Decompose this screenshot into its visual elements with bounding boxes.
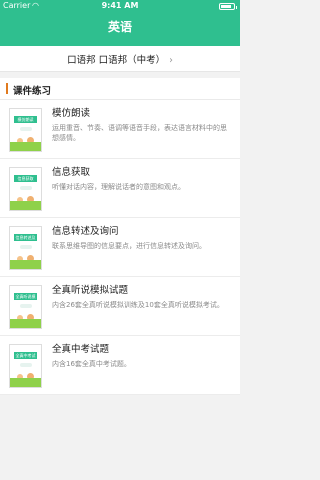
section-title: 课件练习 bbox=[13, 86, 52, 97]
course-description: 内含26套全真听说模拟训练及10套全真听说模拟考试。 bbox=[52, 301, 224, 309]
course-item[interactable]: 信息获取 信息获取 听懂对话内容，理解说话者的意图和观点。 bbox=[0, 159, 240, 218]
thumbnail-label: 信息获取 bbox=[14, 175, 37, 182]
clock: 9:41 AM bbox=[101, 1, 139, 10]
grass-graphic bbox=[10, 319, 41, 328]
course-description: 内含16套全真中考试题。 bbox=[52, 360, 131, 368]
course-name: 信息获取 bbox=[52, 167, 91, 178]
breadcrumb-bar[interactable]: 口语邦 口语邦（中考） › bbox=[0, 46, 240, 72]
course-thumbnail: 信息获取 bbox=[9, 167, 42, 211]
grass-graphic bbox=[10, 378, 41, 387]
course-description: 联系思维导图的信息要点，进行信息转述及询问。 bbox=[52, 242, 206, 250]
course-thumbnail: 全真中考试题 bbox=[9, 344, 42, 388]
course-thumbnail: 模仿朗读 bbox=[9, 108, 42, 152]
breadcrumb-text: 口语邦 口语邦（中考） bbox=[67, 55, 166, 66]
chevron-right-icon: › bbox=[169, 55, 173, 66]
thumbnail-label: 模仿朗读 bbox=[14, 116, 37, 123]
section-header: 课件练习 bbox=[0, 78, 240, 100]
thumbnail-label: 全真中考试题 bbox=[14, 352, 37, 359]
cloud-graphic bbox=[20, 304, 32, 308]
course-description: 运用重音、节奏、语调等语音手段，表达语言材料中的思想感情。 bbox=[52, 124, 227, 142]
course-item[interactable]: 全真听说模拟试题 全真听说模拟试题 内含26套全真听说模拟训练及10套全真听说模… bbox=[0, 277, 240, 336]
breadcrumb[interactable]: 口语邦 口语邦（中考） › bbox=[0, 52, 240, 66]
app-header: Carrier ◠ 9:41 AM 英语 bbox=[0, 0, 240, 46]
course-name: 全真听说模拟试题 bbox=[52, 285, 129, 296]
battery-level bbox=[221, 5, 231, 8]
course-thumbnail: 全真听说模拟试题 bbox=[9, 285, 42, 329]
section-accent-bar bbox=[6, 83, 8, 94]
cloud-graphic bbox=[20, 186, 32, 190]
course-item[interactable]: 信息转述及询问 信息转述及询问 联系思维导图的信息要点，进行信息转述及询问。 bbox=[0, 218, 240, 277]
page-title: 英语 bbox=[107, 20, 132, 34]
grass-graphic bbox=[10, 260, 41, 269]
status-bar: Carrier ◠ 9:41 AM bbox=[0, 1, 240, 13]
course-list: 模仿朗读 模仿朗读 运用重音、节奏、语调等语音手段，表达语言材料中的思想感情。 … bbox=[0, 100, 240, 395]
battery-icon bbox=[219, 3, 237, 10]
course-name: 模仿朗读 bbox=[52, 108, 91, 119]
course-description: 听懂对话内容，理解说话者的意图和观点。 bbox=[52, 183, 185, 191]
grass-graphic bbox=[10, 201, 41, 210]
course-name: 全真中考试题 bbox=[52, 344, 110, 355]
cloud-graphic bbox=[20, 245, 32, 249]
course-thumbnail: 信息转述及询问 bbox=[9, 226, 42, 270]
course-name: 信息转述及询问 bbox=[52, 226, 119, 237]
thumbnail-label: 全真听说模拟试题 bbox=[14, 293, 37, 300]
cloud-graphic bbox=[20, 363, 32, 367]
course-item[interactable]: 模仿朗读 模仿朗读 运用重音、节奏、语调等语音手段，表达语言材料中的思想感情。 bbox=[0, 100, 240, 159]
cloud-graphic bbox=[20, 127, 32, 131]
grass-graphic bbox=[10, 142, 41, 151]
course-item[interactable]: 全真中考试题 全真中考试题 内含16套全真中考试题。 bbox=[0, 336, 240, 395]
thumbnail-label: 信息转述及询问 bbox=[14, 234, 37, 241]
